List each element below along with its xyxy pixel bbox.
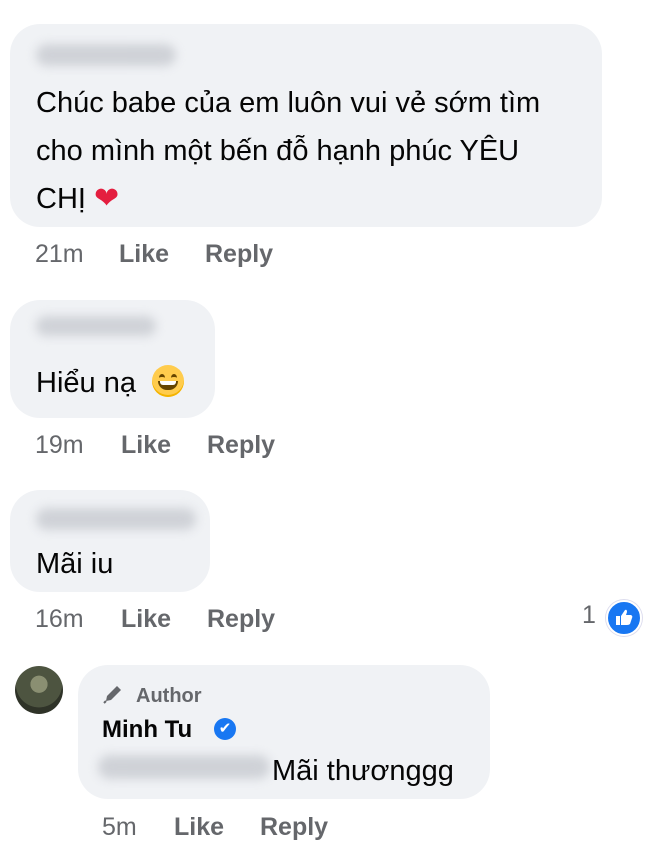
comment-line-3-text: CHỊ — [36, 183, 86, 215]
reaction-count[interactable]: 1 — [582, 601, 596, 630]
reply-button[interactable]: Reply — [205, 240, 273, 269]
like-button[interactable]: Like — [121, 431, 171, 460]
comment-bubble: Hiểu nạ — [10, 300, 215, 418]
blurred-commenter-name — [36, 44, 176, 66]
author-name[interactable]: Minh Tu — [102, 716, 192, 744]
like-button[interactable]: Like — [174, 813, 224, 842]
author-badge: Author — [136, 685, 202, 707]
comment-line-1: Chúc babe của em luôn vui vẻ sớm tìm — [36, 87, 541, 119]
verified-icon: ✔ — [214, 718, 236, 740]
comment-line-3: CHỊ ❤ — [36, 175, 596, 223]
pencil-icon — [102, 683, 126, 705]
like-button[interactable]: Like — [121, 605, 171, 634]
blurred-commenter-name — [36, 316, 156, 336]
grinning-face-icon — [152, 365, 185, 397]
thumbs-up-icon[interactable] — [606, 600, 642, 636]
comment-time: 16m — [35, 605, 84, 633]
reply-time: 5m — [102, 813, 137, 841]
comment-line-2: cho mình một bến đỗ hạnh phúc YÊU — [36, 135, 520, 167]
blurred-commenter-name — [36, 508, 196, 530]
heart-icon: ❤ — [94, 182, 120, 215]
comment-time: 21m — [35, 240, 84, 268]
reply-button[interactable]: Reply — [260, 813, 328, 842]
comment-text-value: Hiểu nạ — [36, 367, 136, 399]
comment-text: Chúc babe của em luôn vui vẻ sớm tìm cho… — [36, 79, 596, 223]
author-avatar[interactable] — [15, 666, 63, 714]
blurred-mention — [98, 755, 270, 779]
reply-text: Mãi thươnggg — [272, 755, 454, 787]
comment-text: Hiểu nạ — [36, 359, 185, 407]
reply-button[interactable]: Reply — [207, 431, 275, 460]
like-button[interactable]: Like — [119, 240, 169, 269]
reply-button[interactable]: Reply — [207, 605, 275, 634]
comment-time: 19m — [35, 431, 84, 459]
comment-bubble: Chúc babe của em luôn vui vẻ sớm tìm cho… — [10, 24, 602, 227]
comment-text: Mãi iu — [36, 548, 114, 580]
comment-bubble: Mãi iu — [10, 490, 210, 592]
reply-bubble: Author Minh Tu ✔ Mãi thươnggg — [78, 665, 490, 799]
